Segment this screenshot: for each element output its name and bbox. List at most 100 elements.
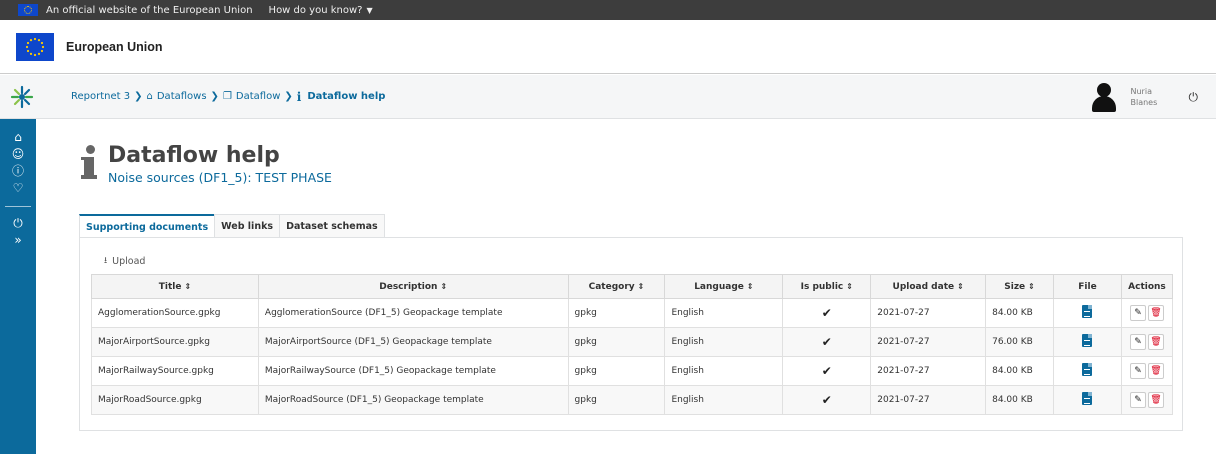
- breadcrumb-reportnet[interactable]: Reportnet 3: [71, 91, 130, 102]
- table-row[interactable]: MajorRailwaySource.gpkg MajorRailwaySour…: [91, 356, 1174, 386]
- tab-web-links[interactable]: Web links: [214, 214, 281, 237]
- check-icon: ✔: [821, 364, 832, 378]
- column-header-label: Category: [588, 281, 635, 292]
- cell-actions: ✎ 🗑: [1120, 327, 1174, 357]
- cell-size: 84.00 KB: [985, 298, 1055, 328]
- logout-power-icon[interactable]: ⏻: [1189, 90, 1199, 105]
- delete-button[interactable]: 🗑: [1147, 392, 1164, 408]
- column-header-size[interactable]: Size ⇕: [985, 274, 1055, 299]
- cell-actions: ✎ 🗑: [1120, 385, 1174, 415]
- avatar[interactable]: [1089, 81, 1119, 113]
- cell-title: MajorRoadSource.gpkg: [91, 385, 259, 415]
- file-download-icon[interactable]: [1082, 305, 1093, 318]
- page-subtitle: Noise sources (DF1_5): TEST PHASE: [108, 170, 332, 185]
- tab-supporting-documents[interactable]: Supporting documents: [79, 214, 216, 237]
- column-header-label: Description: [379, 281, 438, 292]
- breadcrumb: Reportnet 3 ❯ ⌂ Dataflows ❯ ❐ Dataflow ❯…: [71, 90, 385, 104]
- column-header-label: Title: [158, 281, 182, 292]
- column-header-file: File: [1053, 274, 1122, 299]
- how-do-you-know-label: How do you know?: [268, 4, 363, 16]
- breadcrumb-dataflow-help: Dataflow help: [307, 91, 386, 102]
- table-row[interactable]: AgglomerationSource.gpkg AgglomerationSo…: [91, 298, 1174, 328]
- sort-icon: ⇕: [957, 281, 964, 291]
- power-icon[interactable]: ⏻: [0, 215, 36, 232]
- reportnet-logo[interactable]: [4, 85, 40, 109]
- sort-icon: ⇕: [440, 281, 448, 291]
- eu-flag-icon: [18, 4, 38, 16]
- column-header-language[interactable]: Language ⇕: [664, 274, 784, 299]
- european-union-label: European Union: [66, 39, 163, 54]
- cell-is-public: ✔: [782, 298, 872, 328]
- user-icon[interactable]: ☺: [0, 146, 36, 163]
- cell-description: MajorRoadSource (DF1_5) Geopackage templ…: [257, 385, 569, 415]
- cell-is-public: ✔: [782, 385, 872, 415]
- file-download-icon[interactable]: [1082, 392, 1093, 405]
- clone-icon: ❐: [222, 91, 232, 102]
- edit-button[interactable]: ✎: [1129, 363, 1146, 379]
- column-header-title[interactable]: Title ⇕: [91, 274, 259, 299]
- check-icon: ✔: [821, 335, 832, 349]
- delete-button[interactable]: 🗑: [1147, 334, 1164, 350]
- tab-dataset-schemas[interactable]: Dataset schemas: [279, 214, 385, 237]
- help-icon[interactable]: ⓘ: [0, 163, 36, 180]
- edit-button[interactable]: ✎: [1129, 334, 1146, 350]
- breadcrumb-separator-icon: ❯: [284, 91, 293, 102]
- documents-table: Title ⇕ Description ⇕ Category ⇕ Language ⇕ …: [91, 274, 1174, 415]
- column-header-label: Is public: [800, 281, 844, 292]
- home-icon[interactable]: ⌂: [0, 129, 36, 146]
- column-header-actions: Actions: [1120, 274, 1174, 299]
- cell-category: gpkg: [567, 327, 666, 357]
- breadcrumb-dataflow[interactable]: Dataflow: [236, 91, 280, 102]
- column-header-label: Language: [694, 281, 744, 292]
- cell-category: gpkg: [567, 356, 666, 386]
- user-name[interactable]: Nuria Blanes: [1131, 86, 1179, 108]
- eu-logo[interactable]: [16, 32, 54, 61]
- column-header-label: Upload date: [892, 281, 955, 292]
- bell-icon[interactable]: ♡: [0, 180, 36, 197]
- cell-description: MajorAirportSource (DF1_5) Geopackage te…: [257, 327, 569, 357]
- cell-is-public: ✔: [782, 356, 872, 386]
- cell-category: gpkg: [567, 298, 666, 328]
- delete-button[interactable]: 🗑: [1147, 305, 1164, 321]
- column-header-upload-date[interactable]: Upload date ⇕: [870, 274, 987, 299]
- cell-upload-date: 2021-07-27: [870, 385, 987, 415]
- column-header-description[interactable]: Description ⇕: [257, 274, 569, 299]
- cell-language: English: [664, 327, 784, 357]
- info-icon: i: [296, 89, 302, 104]
- cell-language: English: [664, 298, 784, 328]
- sort-icon: ⇕: [184, 281, 192, 291]
- check-icon: ✔: [821, 393, 832, 407]
- breadcrumb-dataflows[interactable]: Dataflows: [157, 91, 207, 102]
- cell-upload-date: 2021-07-27: [870, 356, 987, 386]
- official-website-text: An official website of the European Unio…: [46, 4, 253, 16]
- cell-size: 84.00 KB: [985, 356, 1055, 386]
- edit-button[interactable]: ✎: [1129, 305, 1146, 321]
- cell-size: 84.00 KB: [985, 385, 1055, 415]
- left-sidebar: ⌂ ☺ ⓘ ♡ ⏻ »: [0, 119, 36, 454]
- cell-description: AgglomerationSource (DF1_5) Geopackage t…: [257, 298, 569, 328]
- cell-title: AgglomerationSource.gpkg: [91, 298, 259, 328]
- sort-icon: ⇕: [637, 281, 645, 291]
- sort-icon: ⇕: [746, 281, 754, 291]
- user-first-name: Nuria: [1130, 87, 1152, 96]
- edit-button[interactable]: ✎: [1129, 392, 1146, 408]
- file-download-icon[interactable]: [1082, 363, 1093, 376]
- upload-label: Upload: [112, 255, 146, 267]
- upload-button[interactable]: ⭳ Upload: [104, 253, 145, 269]
- file-download-icon[interactable]: [1082, 334, 1093, 347]
- delete-button[interactable]: 🗑: [1147, 363, 1164, 379]
- cell-category: gpkg: [567, 385, 666, 415]
- home-icon: ⌂: [146, 91, 153, 102]
- column-header-is-public[interactable]: Is public ⇕: [782, 274, 872, 299]
- column-header-category[interactable]: Category ⇕: [567, 274, 666, 299]
- main-content: Dataflow help Noise sources (DF1_5): TES…: [36, 119, 1216, 454]
- how-do-you-know-link[interactable]: How do you know? ▼: [269, 5, 373, 16]
- cell-actions: ✎ 🗑: [1120, 298, 1174, 328]
- page-title: Dataflow help: [108, 143, 280, 168]
- sort-icon: ⇕: [846, 281, 853, 291]
- app-header: Reportnet 3 ❯ ⌂ Dataflows ❯ ❐ Dataflow ❯…: [0, 75, 1216, 119]
- expand-icon[interactable]: »: [0, 232, 36, 249]
- table-row[interactable]: MajorRoadSource.gpkg MajorRoadSource (DF…: [91, 385, 1174, 415]
- sidebar-divider: [5, 206, 31, 207]
- table-row[interactable]: MajorAirportSource.gpkg MajorAirportSour…: [91, 327, 1174, 357]
